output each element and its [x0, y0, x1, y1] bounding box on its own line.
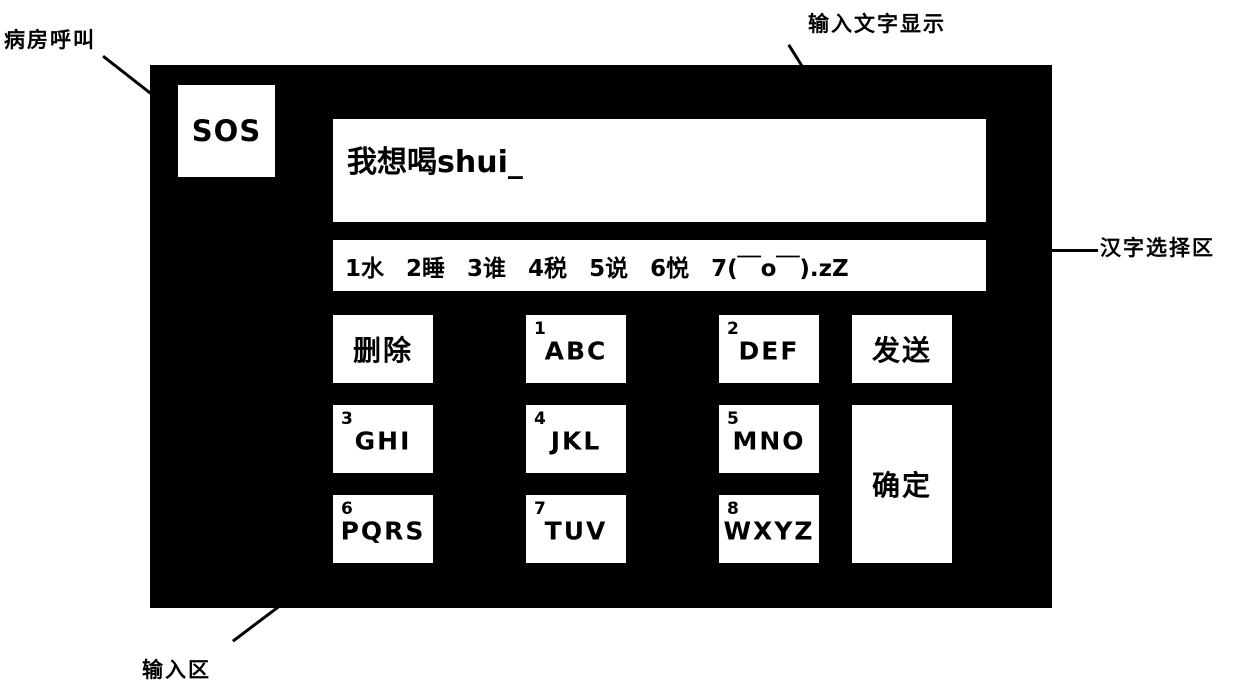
key-confirm[interactable]: 确定 [852, 405, 952, 563]
key-delete-label: 删除 [352, 334, 413, 367]
leader-line-hanzi-selection [1052, 249, 1098, 252]
hanzi-candidate-bar[interactable]: 1水 2睡 3谁 4税 5说 6悦 7(￣o￣).zZ [333, 240, 986, 291]
key-8-digit: 8 [727, 499, 739, 519]
key-7[interactable]: 7 TUV [526, 495, 626, 563]
key-2[interactable]: 2 DEF [719, 315, 819, 383]
text-display-field[interactable]: 我想喝shui_ [333, 119, 986, 222]
key-4[interactable]: 4 JKL [526, 405, 626, 473]
device-panel: SOS 我想喝shui_ 1水 2睡 3谁 4税 5说 6悦 7(￣o￣).zZ 删除 1 AB… [150, 65, 1052, 608]
key-confirm-label: 确定 [871, 469, 932, 502]
key-1-digit: 1 [534, 319, 546, 339]
key-7-letters: TUV [544, 516, 608, 546]
key-3[interactable]: 3 GHI [333, 405, 433, 473]
key-send-label: 发送 [871, 334, 932, 367]
callout-ward-call: 病房呼叫 [4, 28, 96, 52]
candidate-item[interactable]: 2睡 [406, 249, 445, 283]
key-4-letters: JKL [550, 426, 602, 456]
key-5-digit: 5 [727, 409, 739, 429]
key-1-letters: ABC [544, 336, 608, 366]
key-send[interactable]: 发送 [852, 315, 952, 383]
key-8[interactable]: 8 WXYZ [719, 495, 819, 563]
candidate-item[interactable]: 5说 [589, 249, 628, 283]
key-2-digit: 2 [727, 319, 739, 339]
callout-input-area: 输入区 [142, 658, 211, 682]
key-8-letters: WXYZ [723, 516, 815, 546]
key-6[interactable]: 6 PQRS [333, 495, 433, 563]
candidate-item[interactable]: 3谁 [467, 249, 506, 283]
candidate-item[interactable]: 1水 [345, 249, 384, 283]
key-5[interactable]: 5 MNO [719, 405, 819, 473]
key-7-digit: 7 [534, 499, 546, 519]
callout-text-display: 输入文字显示 [808, 12, 946, 36]
key-4-digit: 4 [534, 409, 546, 429]
key-5-letters: MNO [732, 426, 806, 456]
sos-button-label: SOS [191, 114, 262, 148]
key-1[interactable]: 1 ABC [526, 315, 626, 383]
keypad: 删除 1 ABC 2 DEF 发送 3 GHI 4 JKL 5 MNO 6 PQRS 7 TUV 8 WXYZ 确定 [333, 315, 1052, 595]
candidate-item[interactable]: 6悦 [650, 249, 689, 283]
text-display-value: 我想喝shui_ [347, 145, 523, 180]
key-6-digit: 6 [341, 499, 353, 519]
sos-button[interactable]: SOS [178, 85, 275, 177]
key-6-letters: PQRS [340, 516, 426, 546]
key-3-digit: 3 [341, 409, 353, 429]
key-delete[interactable]: 删除 [333, 315, 433, 383]
candidate-item[interactable]: 4税 [528, 249, 567, 283]
candidate-item[interactable]: 7(￣o￣).zZ [711, 249, 849, 283]
callout-hanzi-selection: 汉字选择区 [1100, 236, 1215, 260]
key-2-letters: DEF [738, 336, 800, 366]
key-3-letters: GHI [354, 426, 412, 456]
